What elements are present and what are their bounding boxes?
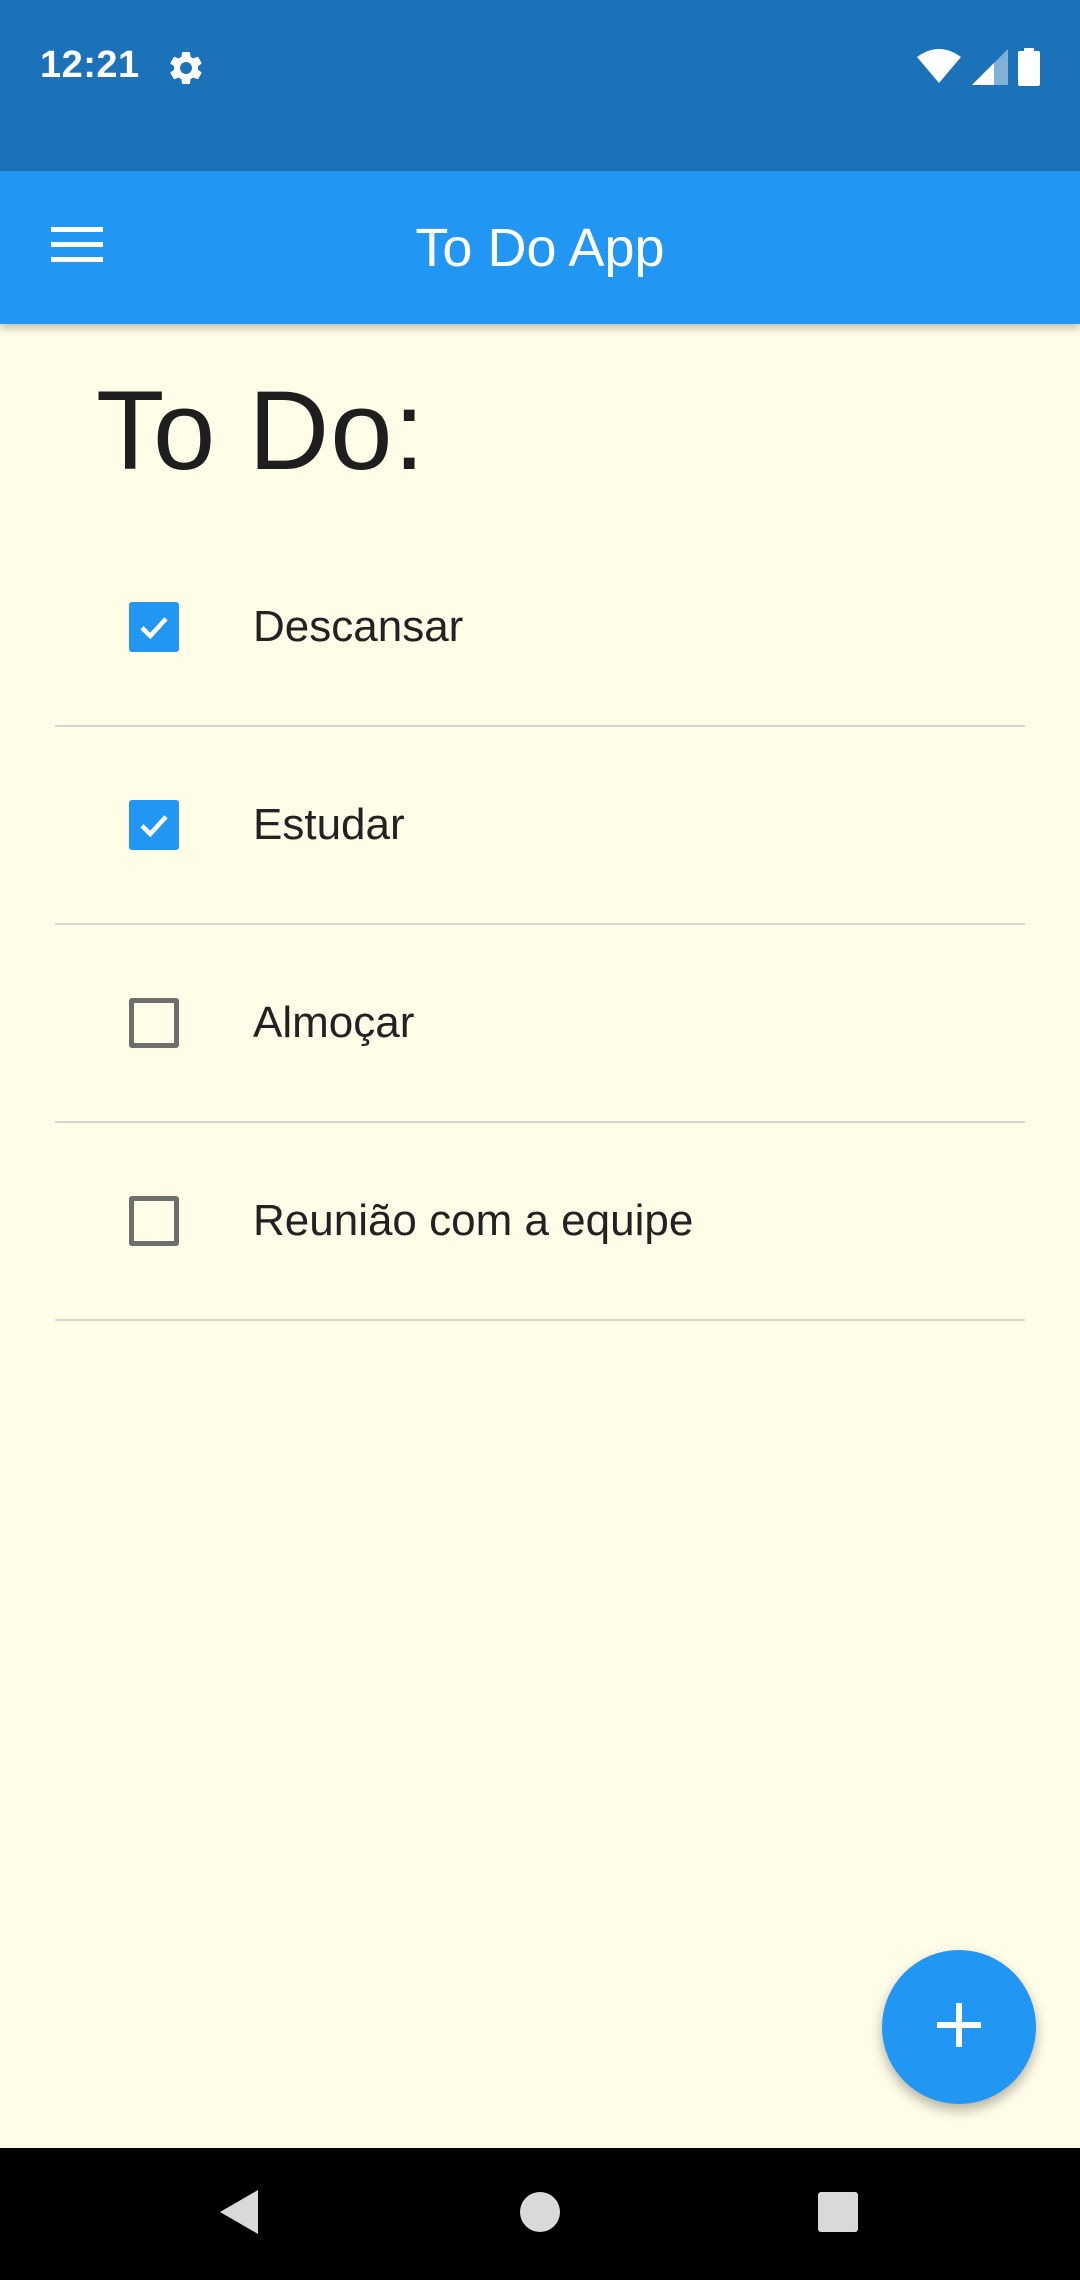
todo-label: Descansar — [253, 602, 464, 651]
back-icon — [218, 2188, 262, 2241]
wifi-icon — [916, 49, 962, 90]
todo-label: Reunião com a equipe — [253, 1196, 694, 1245]
cellular-signal-icon — [972, 49, 1008, 90]
app-title: To Do App — [415, 217, 665, 278]
checkmark-icon — [140, 617, 168, 640]
todo-label: Almoçar — [253, 998, 415, 1047]
status-bar: 12:21 — [0, 0, 1080, 171]
battery-icon — [1018, 48, 1040, 91]
checkmark-icon — [140, 815, 168, 838]
recents-icon — [817, 2191, 859, 2238]
plus-icon — [937, 2002, 981, 2052]
recents-button[interactable] — [798, 2174, 878, 2254]
todo-item[interactable]: Estudar — [55, 727, 1025, 925]
page-heading: To Do: — [96, 368, 426, 493]
hamburger-menu-icon — [51, 226, 103, 268]
back-button[interactable] — [200, 2174, 280, 2254]
todo-item[interactable]: Descansar — [55, 529, 1025, 727]
todo-label: Estudar — [253, 800, 405, 849]
todo-checkbox[interactable] — [129, 1196, 179, 1246]
todo-checkbox[interactable] — [129, 800, 179, 850]
system-nav-bar — [0, 2148, 1080, 2280]
gear-icon — [166, 48, 206, 88]
todo-item[interactable]: Reunião com a equipe — [55, 1123, 1025, 1321]
todo-item[interactable]: Almoçar — [55, 925, 1025, 1123]
status-indicators — [916, 48, 1040, 91]
todo-list: Descansar Estudar Almoçar Reunião com a … — [55, 529, 1025, 1321]
menu-button[interactable] — [30, 207, 124, 287]
home-button[interactable] — [500, 2174, 580, 2254]
home-icon — [519, 2191, 561, 2238]
status-time: 12:21 — [40, 44, 140, 86]
todo-checkbox[interactable] — [129, 602, 179, 652]
app-bar: To Do App — [0, 171, 1080, 324]
todo-checkbox[interactable] — [129, 998, 179, 1048]
add-todo-button[interactable] — [882, 1950, 1036, 2104]
